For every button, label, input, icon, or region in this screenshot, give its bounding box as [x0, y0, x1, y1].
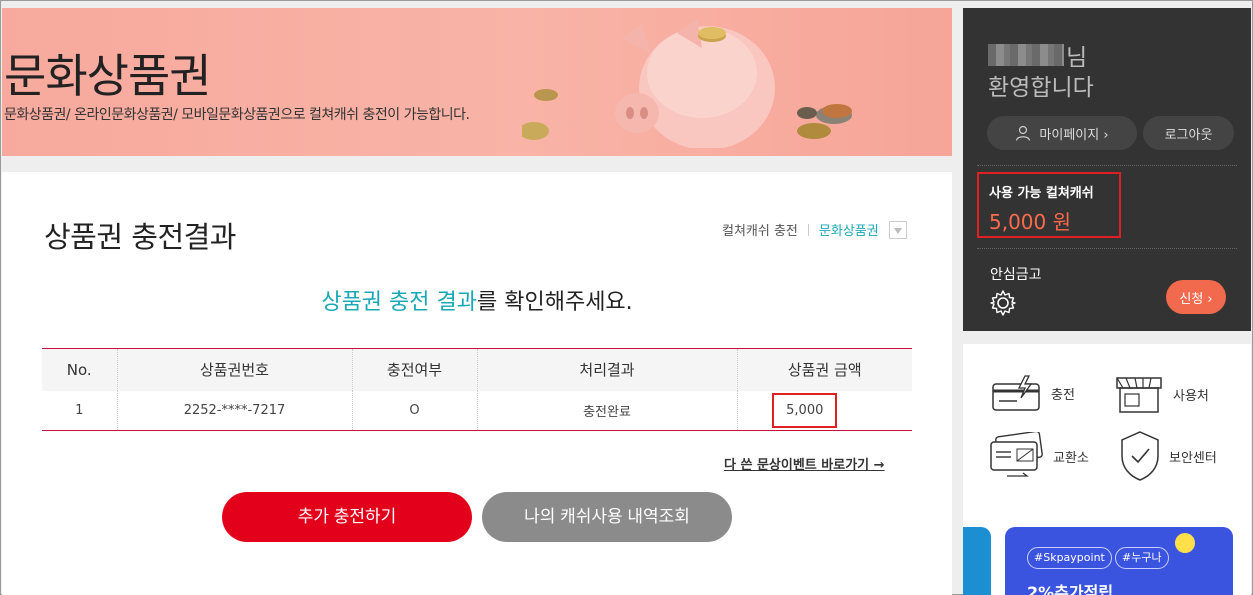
- banner: 문화상품권 문화상품권/ 온라인문화상품권/ 모바일문화상품권으로 컬쳐캐쉬 충…: [2, 8, 952, 156]
- bell-icon: [1175, 533, 1195, 553]
- col-charge-status: 충전여부: [351, 348, 477, 391]
- result-message-highlight: 상품권 충전 결과: [321, 290, 477, 315]
- breadcrumb-item-charge[interactable]: 컬쳐캐쉬 충전: [722, 220, 798, 239]
- cell-voucher-number: 2252-****-7217: [116, 390, 352, 431]
- banner-title: 문화상품권: [4, 49, 212, 103]
- promo-banner[interactable]: #Skpaypoint #누구나 2%추가적립: [1005, 527, 1233, 595]
- breadcrumb: 컬쳐캐쉬 충전 문화상품권: [722, 220, 907, 239]
- logout-button[interactable]: 로그아웃: [1143, 116, 1234, 150]
- exchange-card-icon: [990, 432, 1043, 477]
- menu-label-charge: 충전: [1051, 387, 1075, 403]
- breadcrumb-item-gift-card[interactable]: 문화상품권: [819, 220, 879, 239]
- gear-icon[interactable]: [989, 289, 1017, 317]
- breadcrumb-divider: [807, 223, 809, 236]
- result-message: 상품권 충전 결과를 확인해주세요.: [2, 284, 952, 316]
- menu-label-store: 사용처: [1173, 388, 1209, 404]
- cell-amount: 5,000: [736, 390, 912, 431]
- event-link[interactable]: 다 쓴 문상이벤트 바로가기 →: [724, 454, 885, 473]
- greeting-suffix: 님: [1066, 45, 1088, 71]
- menu-item-security[interactable]: 보안센터: [1119, 430, 1217, 482]
- available-cash-box: 사용 가능 컬쳐캐쉬 5,000 원: [977, 172, 1121, 238]
- add-charge-button[interactable]: 추가 충전하기: [222, 492, 472, 542]
- col-amount: 상품권 금액: [736, 348, 912, 391]
- user-icon: [1016, 125, 1031, 141]
- menu-item-exchange[interactable]: 교환소: [989, 432, 1089, 480]
- menu-item-charge[interactable]: 충전: [991, 374, 1075, 412]
- greeting-name: 님: [988, 38, 1087, 72]
- available-cash-label: 사용 가능 컬쳐캐쉬: [989, 186, 1094, 201]
- masked-username: [988, 44, 1064, 66]
- greeting-welcome: 환영합니다: [988, 75, 1094, 101]
- col-voucher-number: 상품권번호: [116, 348, 352, 391]
- result-table: No. 상품권번호 충전여부 처리결과 상품권 금액 1 2252-****-7…: [42, 348, 912, 431]
- promo-tag: #Skpaypoint: [1027, 547, 1112, 569]
- table-header-row: No. 상품권번호 충전여부 처리결과 상품권 금액: [42, 348, 912, 391]
- promo-banner-left[interactable]: [963, 527, 991, 595]
- coins-illustration: [522, 89, 852, 140]
- table-row: 1 2252-****-7217 O 충전완료 5,000: [42, 390, 912, 431]
- quick-menu: 충전 사용처 교환소 보안센터 #Skpaypoint #누구나 2%추가적립: [963, 344, 1251, 595]
- mypage-button[interactable]: 마이페이지 ›: [987, 116, 1137, 150]
- divider: [977, 165, 1237, 166]
- apply-button[interactable]: 신청 ›: [1166, 280, 1226, 314]
- card-charge-icon: [992, 375, 1040, 411]
- available-cash-value: 5,000 원: [989, 210, 1072, 234]
- divider: [977, 248, 1237, 249]
- cell-charge-status: O: [351, 390, 477, 431]
- chevron-down-icon[interactable]: [888, 220, 907, 239]
- menu-label-exchange: 교환소: [1053, 450, 1089, 466]
- promo-tag: #누구나: [1115, 547, 1169, 569]
- col-no: No.: [42, 348, 117, 391]
- main-panel: 상품권 충전결과 컬쳐캐쉬 충전 문화상품권 상품권 충전 결과를 확인해주세요…: [2, 172, 952, 595]
- banner-subtitle: 문화상품권/ 온라인문화상품권/ 모바일문화상품권으로 컬쳐캐쉬 충전이 가능합…: [4, 107, 470, 123]
- safe-vault-label: 안심금고: [990, 267, 1042, 283]
- amount-highlight: 5,000: [772, 392, 838, 428]
- cell-no: 1: [42, 390, 117, 431]
- promo-text: 2%추가적립: [1027, 583, 1114, 595]
- shield-check-icon: [1121, 431, 1159, 481]
- user-panel: 님 환영합니다 마이페이지 › 로그아웃 사용 가능 컬쳐캐쉬 5,000 원 …: [963, 8, 1251, 331]
- menu-item-store[interactable]: 사용처: [1113, 374, 1209, 414]
- mypage-label: 마이페이지 ›: [1039, 127, 1109, 143]
- page-title: 상품권 충전결과: [44, 220, 236, 254]
- result-message-text: 를 확인해주세요.: [477, 290, 633, 315]
- cell-result: 충전완료: [476, 390, 737, 431]
- menu-label-security: 보안센터: [1169, 450, 1217, 466]
- cash-history-button[interactable]: 나의 캐쉬사용 내역조회: [482, 492, 732, 542]
- col-result: 처리결과: [476, 348, 737, 391]
- store-icon: [1116, 377, 1162, 413]
